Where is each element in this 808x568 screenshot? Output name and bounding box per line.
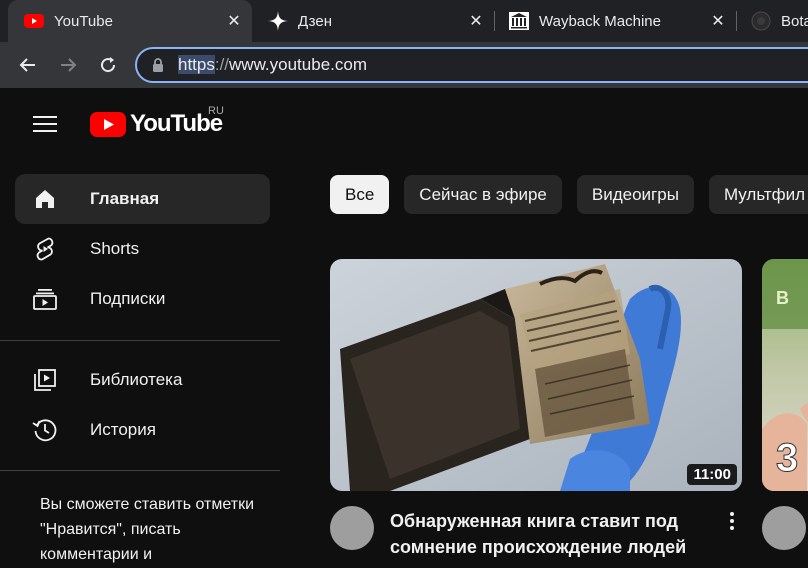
youtube-favicon-icon <box>24 11 44 31</box>
subscriptions-icon <box>31 285 59 313</box>
menu-button[interactable] <box>33 112 57 136</box>
youtube-header: YouTube RU <box>0 88 808 160</box>
sidebar-item-home[interactable]: Главная <box>15 174 270 224</box>
channel-avatar[interactable] <box>762 506 806 550</box>
youtube-play-logo-icon <box>90 111 126 137</box>
browser-window: YouTube ✕ Дзен ✕ Wayback Machine ✕ Bota <box>0 0 808 568</box>
video-title[interactable]: Обнаруженная книга ставит под сомнение п… <box>390 508 720 560</box>
tab-youtube[interactable]: YouTube ✕ <box>8 0 252 42</box>
home-icon <box>31 185 59 213</box>
sidebar-item-subscriptions[interactable]: Подписки <box>15 274 270 324</box>
sidebar-item-label: Подписки <box>90 289 166 308</box>
sidebar-item-label: Главная <box>90 189 160 208</box>
youtube-logo[interactable]: YouTube RU <box>90 105 224 140</box>
url-text[interactable]: https://www.youtube.com <box>178 55 367 75</box>
tab-title: YouTube <box>54 12 113 30</box>
shorts-icon <box>31 235 59 263</box>
close-tab-icon[interactable]: ✕ <box>468 13 484 30</box>
tab-dzen[interactable]: Дзен ✕ <box>252 0 494 42</box>
browser-toolbar: https://www.youtube.com <box>0 42 808 88</box>
reload-icon <box>101 57 116 73</box>
video-duration-badge: 11:00 <box>687 464 737 485</box>
sidebar-item-shorts[interactable]: Shorts <box>15 224 270 274</box>
sidebar: Главная Shorts Подписки Библиотека Истор… <box>0 160 280 568</box>
tab-title: Bota <box>781 12 808 30</box>
chip-cartoons[interactable]: Мультфил <box>708 175 808 214</box>
old-book-thumbnail-image <box>330 259 742 491</box>
url-host: www.youtube.com <box>229 55 367 74</box>
chip-all[interactable]: Все <box>330 175 390 214</box>
video-thumbnail[interactable]: 11:00 <box>330 259 742 491</box>
sidebar-divider <box>0 470 280 471</box>
chip-video-games[interactable]: Видеоигры <box>576 175 694 214</box>
forward-button[interactable] <box>53 50 83 80</box>
tab-title: Wayback Machine <box>539 12 661 30</box>
bota-favicon-icon <box>751 11 771 31</box>
archive-building-icon <box>509 11 529 31</box>
tab-wayback-machine[interactable]: Wayback Machine ✕ <box>495 0 736 42</box>
lock-icon[interactable] <box>150 57 166 73</box>
library-icon <box>31 366 59 394</box>
region-code: RU <box>208 105 224 117</box>
sidebar-item-label: Shorts <box>90 239 140 258</box>
signin-prompt-text: Вы сможете ставить отметки "Нравится", п… <box>40 496 254 563</box>
url-separator: :// <box>214 55 230 74</box>
url-scheme-selected: https <box>178 55 215 74</box>
arrow-left-icon <box>19 58 35 72</box>
history-icon <box>31 416 59 444</box>
filter-chips-bar: Все Сейчас в эфире Видеоигры Мультфил <box>330 175 808 215</box>
sidebar-item-history[interactable]: История <box>15 405 270 455</box>
reload-button[interactable] <box>93 50 123 80</box>
svg-text:B: B <box>776 288 789 308</box>
hamburger-menu-icon <box>33 116 57 132</box>
tab-bota[interactable]: Bota <box>737 0 808 42</box>
partial-thumbnail-image: B 3 <box>762 259 808 491</box>
sidebar-item-label: История <box>90 420 156 439</box>
sidebar-divider <box>0 340 280 341</box>
close-tab-icon[interactable]: ✕ <box>226 13 242 30</box>
tab-strip: YouTube ✕ Дзен ✕ Wayback Machine ✕ Bota <box>0 0 808 42</box>
back-button[interactable] <box>13 50 43 80</box>
channel-avatar[interactable] <box>330 506 374 550</box>
address-bar[interactable]: https://www.youtube.com <box>135 47 808 83</box>
partial-duration-text: 3 <box>776 436 798 480</box>
video-thumbnail[interactable]: B 3 <box>762 259 808 491</box>
chip-live[interactable]: Сейчас в эфире <box>404 175 562 214</box>
close-tab-icon[interactable]: ✕ <box>710 13 726 30</box>
dzen-favicon-icon <box>268 11 288 31</box>
sidebar-item-label: Библиотека <box>90 370 183 389</box>
more-options-icon[interactable] <box>722 509 742 533</box>
arrow-right-icon <box>61 58 77 72</box>
tab-title: Дзен <box>298 12 332 30</box>
sidebar-item-library[interactable]: Библиотека <box>15 355 270 405</box>
